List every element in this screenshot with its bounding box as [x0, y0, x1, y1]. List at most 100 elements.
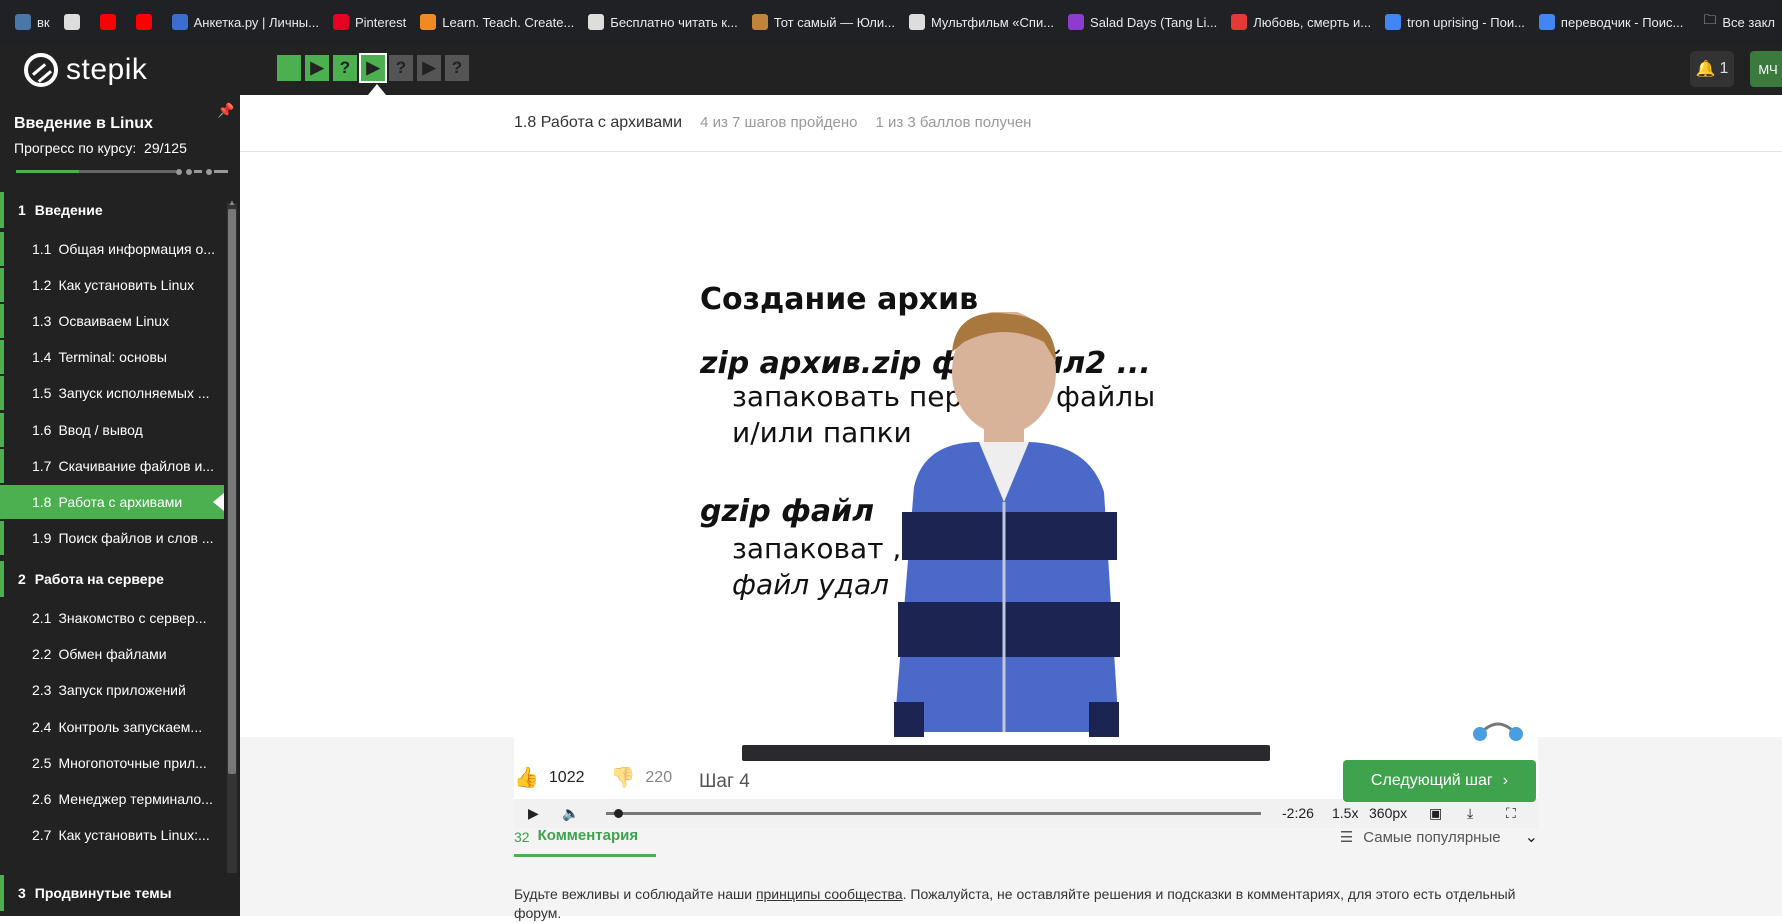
bookmark-label: переводчик - Поис... — [1560, 14, 1684, 30]
step-button[interactable]: ? — [389, 55, 413, 81]
picture-in-picture-icon[interactable]: ▣ — [1429, 805, 1442, 822]
sidebar-item-1.1[interactable]: 1.1 Общая информация о... — [0, 232, 224, 266]
step-button[interactable]: ▶ — [417, 55, 441, 81]
thumbs-up-icon[interactable]: 👍 — [514, 765, 539, 790]
bookmark-item[interactable]: Любовь, смерть и... — [1224, 8, 1378, 36]
next-step-label: Следующий шаг — [1370, 772, 1493, 789]
progress-dot — [176, 169, 182, 175]
user-avatar[interactable]: МЧ — [1750, 51, 1782, 87]
step-button[interactable]: ? — [445, 55, 469, 81]
bookmark-item[interactable]: Анкетка.ру | Личны... — [165, 8, 326, 36]
bookmark-label: tron uprising - Пои... — [1407, 14, 1525, 30]
bookmark-item[interactable] — [57, 8, 93, 36]
step-button[interactable]: ▶ — [305, 55, 329, 81]
sidebar-item-1.3[interactable]: 1.3 Осваиваем Linux — [0, 304, 224, 339]
step-button[interactable] — [277, 55, 301, 81]
youtube-icon — [99, 14, 116, 30]
scroll-up-icon[interactable]: ▲ — [228, 198, 236, 207]
youtube-icon — [135, 14, 152, 30]
community-rules-text: Будьте вежливы и соблюдайте наши принцип… — [514, 885, 1544, 923]
thumbs-down-icon[interactable]: 👎 — [611, 765, 636, 790]
fullscreen-icon[interactable]: ⛶ — [1506, 805, 1516, 822]
sidebar-section-3[interactable]: 3 Продвинутые темы — [0, 875, 224, 911]
lesson-number: 1.4 — [32, 349, 52, 366]
sidebar-item-1.6[interactable]: 1.6 Ввод / вывод — [0, 412, 224, 447]
download-icon[interactable]: ⤓ — [1467, 805, 1473, 822]
seek-knob[interactable] — [613, 809, 623, 818]
sidebar-section-1[interactable]: 1 Введение — [0, 192, 224, 228]
sidebar-item-1.7[interactable]: 1.7 Скачивание файлов и... — [0, 448, 224, 483]
course-title[interactable]: Введение в Linux — [14, 115, 153, 133]
lesson-title: Запуск исполняемых ... — [58, 385, 210, 402]
step-button[interactable]: ▶ — [359, 53, 387, 83]
bookmark-item[interactable]: переводчик - Поис... — [1532, 8, 1690, 36]
bookmark-label: Бесплатно читать к... — [610, 14, 738, 30]
stepik-logo[interactable]: stepik — [24, 53, 147, 87]
progress-label: Прогресс по курсу: — [14, 140, 137, 156]
pin-icon[interactable]: 📌 — [217, 102, 234, 119]
section-number: 3 — [18, 885, 26, 901]
sidebar-item-1.8[interactable]: 1.8 Работа с архивами — [0, 484, 224, 519]
bookmark-label: Learn. Teach. Create... — [442, 14, 575, 30]
loading-spinner-icon — [1473, 722, 1523, 741]
course-progress-bar — [16, 169, 228, 175]
community-guidelines-link[interactable]: принципы сообщества — [756, 886, 903, 902]
sidebar-item-1.9[interactable]: 1.9 Поиск файлов и слов ... — [0, 520, 224, 555]
bookmarks-bar: вк Анкетка.ру | Личны... Pinterest Learn. T… — [0, 0, 1782, 44]
bookmark-item[interactable]: Pinterest — [326, 8, 413, 36]
bookmark-label: Мультфильм «Спи... — [930, 14, 1055, 30]
sidebar-item-1.2[interactable]: 1.2 Как установить Linux — [0, 268, 224, 303]
sidebar-item-2.7[interactable]: 2.7 Как установить Linux:... — [0, 818, 224, 853]
notifications-button[interactable]: 🔔 1 — [1690, 51, 1734, 87]
progress-dash — [194, 170, 202, 173]
bookmark-item[interactable]: tron uprising - Пои... — [1378, 8, 1532, 36]
logo-text: stepik — [66, 53, 148, 86]
quality-button[interactable]: 360px — [1369, 805, 1407, 821]
next-step-button[interactable]: Следующий шаг › — [1343, 760, 1536, 802]
progress-dot — [186, 169, 192, 175]
tab-comments[interactable]: 32 Комментария — [514, 827, 657, 857]
bookmark-item[interactable]: Learn. Teach. Create... — [413, 8, 581, 36]
step-button[interactable]: ? — [333, 55, 357, 81]
bookmark-favicon-icon — [1068, 14, 1085, 30]
time-remaining: -2:26 — [1282, 805, 1314, 821]
lesson-title: Работа с архивами — [58, 493, 183, 510]
lesson-title: Знакомство с сервер... — [58, 610, 207, 626]
sidebar-scrollbar[interactable]: ▲ — [227, 198, 237, 873]
stepik-logo-icon — [24, 53, 58, 87]
bookmark-item[interactable] — [129, 8, 165, 36]
sidebar-item-2.2[interactable]: 2.2 Обмен файлами — [0, 637, 224, 672]
bookmark-item[interactable] — [93, 8, 129, 36]
sidebar-item-2.4[interactable]: 2.4 Контроль запускаем... — [0, 709, 224, 744]
sidebar-item-2.5[interactable]: 2.5 Многопоточные прил... — [0, 745, 224, 780]
bookmark-item[interactable]: Бесплатно читать к... — [581, 8, 744, 36]
sidebar-item-1.5[interactable]: 1.5 Запуск исполняемых ... — [0, 376, 224, 411]
lesson-number: 1.9 — [32, 529, 52, 546]
bookmark-favicon-icon — [15, 14, 31, 30]
sidebar-item-2.3[interactable]: 2.3 Запуск приложений — [0, 673, 224, 708]
presenter-desk — [742, 745, 1270, 761]
play-icon[interactable]: ▶ — [528, 805, 539, 822]
lesson-number: 1.1 — [32, 241, 52, 257]
bookmark-item[interactable]: Тот самый — Юли... — [745, 8, 902, 36]
bookmark-favicon-icon — [1538, 14, 1555, 30]
video-player[interactable]: Создание архив zip архив.zip фа файл2 ..… — [514, 152, 1538, 828]
sort-dropdown[interactable]: ☰ Самые популярные ⌄ — [1340, 827, 1538, 847]
bookmarks-folder-label: Все закл — [1722, 14, 1775, 30]
bookmark-item[interactable]: Salad Days (Tang Li... — [1061, 8, 1224, 36]
speed-button[interactable]: 1.5x — [1332, 805, 1358, 821]
bookmarks-folder[interactable]: 🗀 Все закл — [1696, 8, 1782, 36]
progress-dot — [206, 169, 212, 175]
sidebar-section-2[interactable]: 2 Работа на сервере — [0, 561, 224, 597]
sidebar-item-2.1[interactable]: 2.1 Знакомство с сервер... — [0, 601, 224, 635]
sidebar-item-2.6[interactable]: 2.6 Менеджер терминало... — [0, 782, 224, 816]
bookmark-item[interactable]: вк — [8, 8, 57, 36]
bookmark-item[interactable]: Мультфильм «Спи... — [902, 8, 1061, 36]
scrollbar-thumb[interactable] — [228, 209, 236, 774]
bookmark-favicon-icon — [420, 14, 437, 30]
video-seekbar[interactable] — [606, 809, 1261, 818]
volume-icon[interactable]: 🔈 — [562, 805, 579, 822]
tab-comments-label: Комментария — [537, 827, 639, 844]
sidebar-item-1.4[interactable]: 1.4 Terminal: основы — [0, 340, 224, 375]
lesson-number: 2.6 — [32, 791, 52, 807]
